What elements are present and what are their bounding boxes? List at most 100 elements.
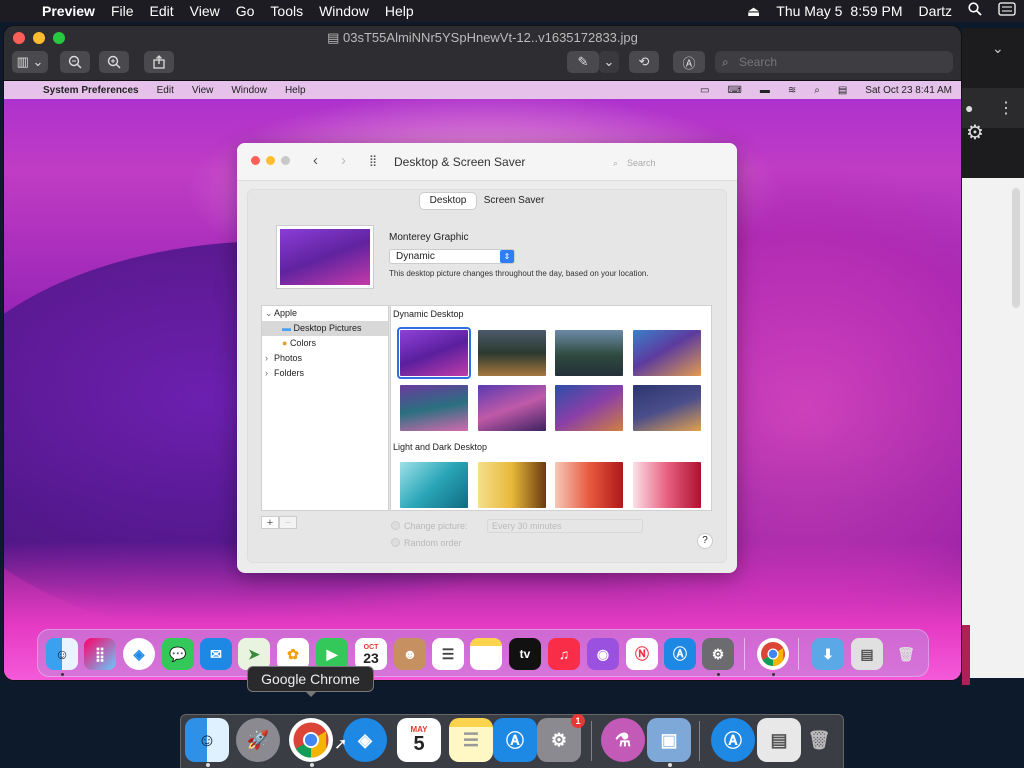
prefs-search-icon: ⌕ <box>613 158 619 168</box>
app-store-icon: Ⓐ <box>664 638 696 670</box>
menu-time[interactable]: 8:59 PM <box>850 0 910 22</box>
remove-source-button: − <box>279 516 297 529</box>
mouse-cursor-icon: ➚ <box>334 736 348 753</box>
dock-divider <box>699 721 700 761</box>
source-apple: ⌄ Apple <box>262 306 388 321</box>
menu-edit[interactable]: Edit <box>142 0 182 22</box>
wallpaper-thumb <box>633 462 701 508</box>
tooltip-pointer <box>305 691 317 697</box>
search-icon: ⌕ <box>722 55 729 69</box>
wallpaper-thumb <box>633 385 701 431</box>
zoom-in-button[interactable] <box>99 51 129 73</box>
trash-icon[interactable]: 🗑 <box>797 718 841 762</box>
dock-divider <box>591 721 592 761</box>
app-store-downloads-icon[interactable]: Ⓐ <box>711 718 755 762</box>
preview-search-input[interactable]: ⌕ Search <box>715 51 953 73</box>
help-button: ? <box>697 533 713 549</box>
share-button[interactable] <box>144 51 174 73</box>
background-content <box>962 178 1024 685</box>
calendar-icon[interactable]: MAY 5 <box>397 718 441 762</box>
menu-file[interactable]: File <box>103 0 142 22</box>
wallpaper-thumb <box>478 330 546 376</box>
wifi-icon: ≋ <box>787 84 797 96</box>
dock: ☺ 🚀 ◈ MAY 5 ☰ Ⓐ ⚙ 1 ⚗ ▣ Ⓐ ▤ 🗑 <box>180 714 844 768</box>
keyboard-icon: ⌨ <box>727 84 742 96</box>
notes-icon[interactable]: ☰ <box>449 718 493 762</box>
menu-view[interactable]: View <box>182 0 228 22</box>
control-center-icon[interactable] <box>990 0 1024 22</box>
menu-go[interactable]: Go <box>228 0 263 22</box>
wallpaper-thumb <box>633 330 701 376</box>
markup-menu-chevron-icon[interactable]: ⌄ <box>599 51 619 73</box>
system-preferences-icon[interactable]: ⚙ 1 <box>537 714 585 762</box>
wallpaper-mode-dropdown: Dynamic ⇕ <box>389 249 515 264</box>
zoom-out-button[interactable] <box>60 51 90 73</box>
screenshot-menu-window: Window <box>231 84 267 96</box>
safari-icon[interactable]: ◈ <box>343 718 387 762</box>
prefs-title: Desktop & Screen Saver <box>394 155 526 169</box>
source-folders: › Folders <box>262 366 388 381</box>
potion-app-icon[interactable]: ⚗ <box>601 718 645 762</box>
screenshot-datetime: Sat Oct 23 8:41 AM <box>865 84 952 96</box>
menu-user[interactable]: Dartz <box>911 0 960 22</box>
scrollbar[interactable] <box>1012 188 1020 308</box>
source-desktop-pictures: ▬ Desktop Pictures <box>262 321 388 336</box>
wallpaper-name: Monterey Graphic <box>389 232 469 243</box>
wallpaper-thumb <box>397 327 471 379</box>
wallpaper-thumb <box>555 462 623 508</box>
contacts-icon: ☻ <box>394 638 426 670</box>
profile-icon[interactable]: ● <box>965 100 973 116</box>
sidebar-toggle-button[interactable]: ▥ ⌄ <box>12 51 48 73</box>
screenshot-dock: ☺ ⣿ ◈ 💬 ✉ ➤ ✿ ▶ OCT 23 ☻ ☰ tv ♫ ◉ Ⓝ Ⓐ ⚙ <box>37 629 929 677</box>
source-colors: ● Colors <box>282 338 316 348</box>
chrome-icon[interactable] <box>289 718 333 762</box>
wallpaper-thumb <box>478 385 546 431</box>
menu-window[interactable]: Window <box>311 0 377 22</box>
menu-app-name[interactable]: Preview <box>34 0 103 22</box>
launchpad-rocket-icon[interactable]: 🚀 <box>236 718 280 762</box>
screenshot-menu-help: Help <box>284 84 306 96</box>
document-icon: ▤ <box>327 30 344 45</box>
screenshot-image: System Preferences Edit View Window Help… <box>4 81 961 680</box>
finder-icon[interactable]: ☺ <box>185 718 229 762</box>
dock-tooltip: Google Chrome <box>247 666 374 692</box>
menu-help[interactable]: Help <box>377 0 422 22</box>
background-window[interactable]: ⌄ ● ⋮ ⚙ <box>962 28 1024 685</box>
chrome-icon <box>757 638 789 670</box>
wallpaper-thumb <box>400 462 468 508</box>
documents-stack-icon: ▤ <box>851 638 883 670</box>
dock-divider <box>798 638 799 670</box>
messages-icon: 💬 <box>162 638 194 670</box>
spotlight-search-icon[interactable] <box>960 0 990 22</box>
battery-icon: ▬ <box>759 84 770 96</box>
annotate-button[interactable]: Ⓐ <box>673 51 705 73</box>
news-icon: Ⓝ <box>626 638 658 670</box>
wallpaper-description: This desktop picture changes throughout … <box>389 269 649 278</box>
change-picture-label: Change picture: <box>404 521 468 531</box>
preview-titlebar: ▤ 03sT55AlmiNNr5YSpHnewVt-12..v163517283… <box>4 26 961 81</box>
preview-app-icon[interactable]: ▣ <box>647 718 691 762</box>
gear-icon[interactable]: ⚙ <box>966 120 984 145</box>
more-vertical-icon[interactable]: ⋮ <box>998 98 1014 118</box>
screenshot-menu-edit: Edit <box>156 84 174 96</box>
color-wheel-icon: ● <box>282 338 290 348</box>
screenshot-menu-app: System Preferences <box>43 84 139 96</box>
running-indicator <box>310 763 314 767</box>
section-light-dark-desktop: Light and Dark Desktop <box>393 442 488 452</box>
disclosure-closed-icon: › <box>265 368 268 378</box>
rotate-button[interactable]: ⟲ <box>629 51 659 73</box>
music-icon: ♫ <box>548 638 580 670</box>
notes-icon <box>470 638 502 670</box>
app-store-icon[interactable]: Ⓐ <box>493 718 537 762</box>
document-stack-icon[interactable]: ▤ <box>757 718 801 762</box>
eject-icon[interactable]: ⏏ <box>739 0 768 22</box>
add-source-button: + <box>261 516 279 529</box>
wallpaper-thumb <box>555 330 623 376</box>
chevron-down-icon[interactable]: ⌄ <box>992 40 1004 57</box>
menu-tools[interactable]: Tools <box>262 0 311 22</box>
wallpaper-grid: Dynamic Desktop Light and Dark Desktop <box>390 305 712 511</box>
show-all-grid-icon: ⣿ <box>369 155 378 167</box>
wallpaper-thumb <box>555 385 623 431</box>
menu-date[interactable]: Thu May 5 <box>768 0 850 22</box>
markup-pen-button[interactable]: ✎ <box>567 51 599 73</box>
